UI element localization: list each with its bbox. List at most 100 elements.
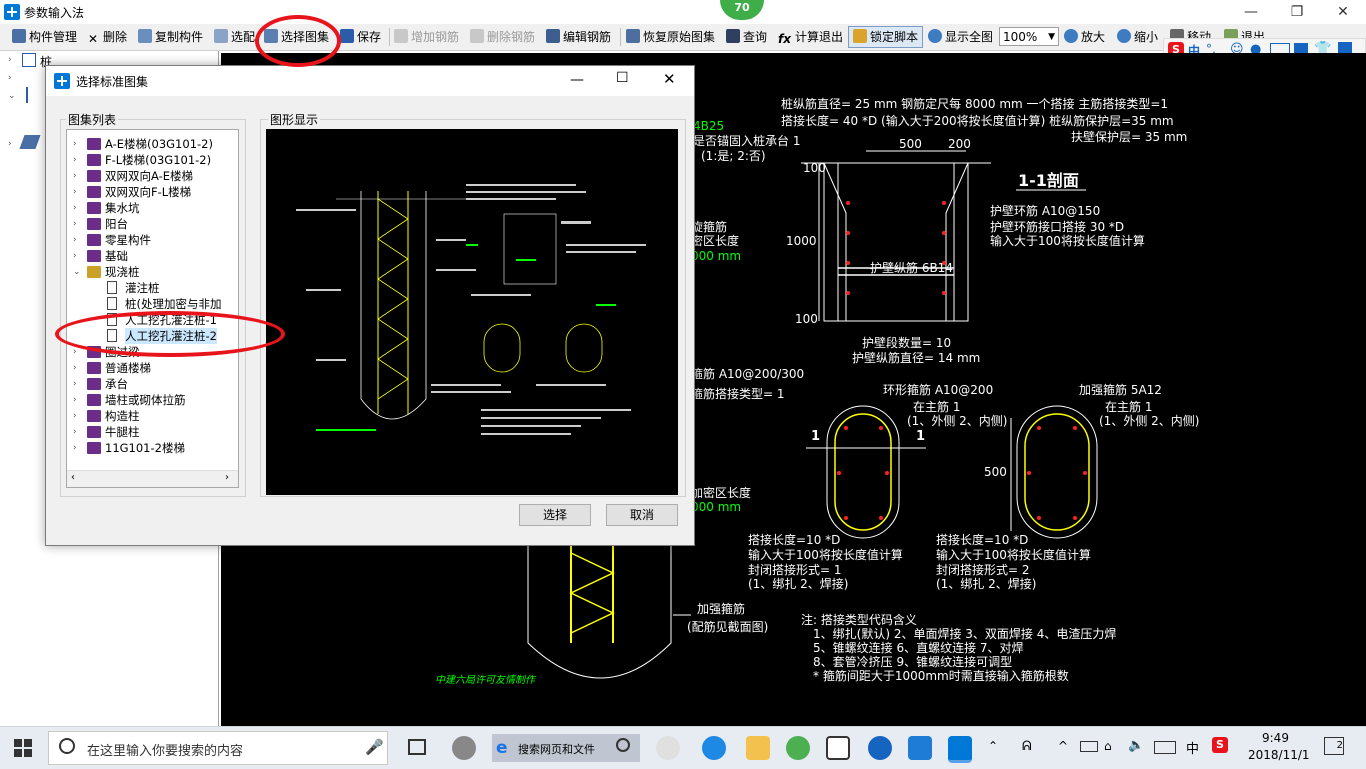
mail-icon[interactable] <box>826 736 850 760</box>
tray-ime[interactable]: 中 <box>1186 738 1199 757</box>
calc-exit-button[interactable]: fx 计算退出 <box>778 27 843 47</box>
chevron-right-icon[interactable]: › <box>8 73 12 83</box>
select-config-button[interactable]: 选配 <box>214 27 255 47</box>
network-icon[interactable]: ⌂ <box>1104 739 1112 753</box>
ring-pos[interactable]: 在主筋 1 <box>913 399 960 414</box>
chevron-right-icon[interactable]: › <box>73 408 83 424</box>
web-search-box[interactable]: e 搜索网页和文件 <box>492 734 640 762</box>
lap-1-closure[interactable]: 封闭搭接形式= 1 <box>748 562 842 577</box>
volume-icon[interactable]: 🔈 <box>1128 738 1144 753</box>
chevron-right-icon[interactable]: › <box>73 392 83 408</box>
chevron-right-icon[interactable]: › <box>73 168 83 184</box>
browser-360-icon[interactable] <box>786 736 810 760</box>
param-app-taskbar-icon[interactable] <box>948 736 972 763</box>
chevron-right-icon[interactable]: › <box>73 360 83 376</box>
label-stirrup-lap[interactable]: 箍筋搭接类型= 1 <box>691 386 785 401</box>
clock-time[interactable]: 9:49 <box>1262 731 1289 745</box>
dim-500-ring[interactable]: 500 <box>984 465 1007 479</box>
chevron-right-icon[interactable]: › <box>73 232 83 248</box>
touch-keyboard-icon[interactable] <box>1154 741 1176 754</box>
zoom-out-button[interactable]: 缩小 <box>1117 27 1158 47</box>
dialog-minimize-icon[interactable]: — <box>570 72 584 88</box>
atlas-tree[interactable]: › A-E楼梯(03G101-2) › F-L楼梯(03G101-2) › 双网双向A-E… <box>66 129 239 488</box>
battery-icon[interactable] <box>1080 741 1098 752</box>
chevron-right-icon[interactable]: › <box>73 440 83 456</box>
dim-200[interactable]: 200 <box>948 137 971 151</box>
scroll-left-icon[interactable]: ‹ <box>71 472 75 483</box>
floating-badge[interactable]: 70 <box>720 0 764 20</box>
restore-icon[interactable]: ❐ <box>1274 0 1320 24</box>
minimize-icon[interactable]: — <box>1228 0 1274 24</box>
seg-count[interactable]: 护壁段数量= 10 <box>862 335 951 350</box>
chevron-right-icon[interactable]: › <box>8 55 12 65</box>
copy-component-button[interactable]: 复制构件 <box>138 27 203 47</box>
chevron-right-icon[interactable]: › <box>73 376 83 392</box>
chevron-right-icon[interactable]: › <box>73 152 83 168</box>
restore-atlas-button[interactable]: 恢复原始图集 <box>626 27 715 47</box>
notification-icon[interactable]: 2 <box>1324 737 1344 755</box>
chevron-right-icon[interactable]: › <box>73 136 83 152</box>
add-rebar-button[interactable]: 增加钢筋 <box>394 27 459 47</box>
strong-hoop[interactable]: 加强箍筋 5A12 <box>1079 382 1162 397</box>
mic-icon[interactable]: 🎤 <box>365 738 384 756</box>
save-button[interactable]: 保存 <box>340 27 381 47</box>
param-line-2[interactable]: 搭接长度= 40 *D (输入大于200将按长度值计算) 桩纵筋保护层=35 m… <box>781 113 1174 128</box>
zoom-in-button[interactable]: 放大 <box>1064 27 1105 47</box>
label-dense2-len[interactable]: 000 mm <box>691 500 741 514</box>
dim-1000[interactable]: 1000 <box>786 234 817 248</box>
dim-100-top[interactable]: 100 <box>803 161 826 175</box>
zoom-level-select[interactable]: 100% ▼ <box>999 27 1059 46</box>
edit-rebar-button[interactable]: 编辑钢筋 <box>546 27 611 47</box>
people-icon[interactable]: ᕱ <box>1022 739 1032 754</box>
ring-hoop[interactable]: 环形箍筋 A10@200 <box>883 382 993 397</box>
lock-script-button[interactable]: 锁定脚本 <box>848 26 924 48</box>
close-icon[interactable]: ✕ <box>1320 0 1366 24</box>
chevron-right-icon[interactable]: › <box>73 424 83 440</box>
cancel-button[interactable]: 取消 <box>606 504 678 526</box>
chevron-right-icon[interactable]: › <box>8 139 12 149</box>
chevron-up-icon[interactable]: ⌃ <box>988 739 998 753</box>
clock-date[interactable]: 2018/11/1 <box>1248 748 1310 762</box>
wall-ring[interactable]: 护壁环筋 A10@150 <box>990 203 1100 218</box>
sogou-tray-icon[interactable]: S <box>1212 737 1228 753</box>
select-button[interactable]: 选择 <box>519 504 591 526</box>
chevron-right-icon[interactable]: › <box>73 184 83 200</box>
label-stirrup[interactable]: 箍筋 A10@200/300 <box>691 366 804 381</box>
lap-2-closure[interactable]: 封闭搭接形式= 2 <box>936 562 1030 577</box>
show-all-button[interactable]: 显示全图 <box>928 27 993 47</box>
param-line-1[interactable]: 桩纵筋直径= 25 mm 钢筋定尺每 8000 mm 一个搭接 主筋搭接类型=1 <box>781 96 1168 111</box>
param-line-3[interactable]: 扶壁保护层= 35 mm <box>1071 129 1187 144</box>
component-manage-button[interactable]: 构件管理 <box>12 27 77 47</box>
chevron-right-icon[interactable]: › <box>73 216 83 232</box>
label-anchor[interactable]: 是否锚固入桩承台 1 <box>693 133 800 148</box>
scroll-right-icon[interactable]: › <box>225 472 229 483</box>
chevron-right-icon[interactable]: › <box>73 200 83 216</box>
delete-rebar-button[interactable]: 删除钢筋 <box>470 27 535 47</box>
chevron-down-icon[interactable]: ⌄ <box>8 91 16 101</box>
delete-button[interactable]: ✕ 删除 <box>86 27 127 47</box>
dim-100-bottom[interactable]: 100 <box>795 312 818 326</box>
wall-diam[interactable]: 护壁纵筋直径= 14 mm <box>852 350 980 365</box>
wall-ring-lap[interactable]: 护壁环筋接口搭接 30 *D <box>990 219 1124 234</box>
wall-long[interactable]: 护壁纵筋 6B14 <box>870 260 953 275</box>
label-4b25[interactable]: 4B25 <box>693 119 724 133</box>
dialog-close-icon[interactable]: ✕ <box>663 70 676 88</box>
ie-icon[interactable] <box>702 736 726 760</box>
lap-2[interactable]: 搭接长度=10 *D <box>936 532 1028 547</box>
chevron-down-icon[interactable]: ⌄ <box>73 264 83 280</box>
lap-1[interactable]: 搭接长度=10 *D <box>748 532 840 547</box>
taskbar-search[interactable]: 在这里输入你要搜索的内容 🎤 <box>48 731 388 765</box>
edge-icon[interactable] <box>868 736 892 760</box>
label-dense-len[interactable]: 000 mm <box>691 249 741 263</box>
tray-expand-icon[interactable]: ^ <box>1058 739 1068 753</box>
fan-app-icon[interactable] <box>452 736 476 760</box>
task-view-icon[interactable] <box>408 739 426 755</box>
chevron-right-icon[interactable]: › <box>73 248 83 264</box>
dialog-maximize-icon[interactable]: ☐ <box>616 70 629 86</box>
strong-pos[interactable]: 在主筋 1 <box>1105 399 1152 414</box>
query-button[interactable]: 查询 <box>726 27 767 47</box>
dim-500[interactable]: 500 <box>899 137 922 151</box>
folder-icon[interactable] <box>746 736 770 760</box>
chrome-like-icon[interactable] <box>656 736 680 760</box>
windows-start-icon[interactable] <box>14 739 32 757</box>
